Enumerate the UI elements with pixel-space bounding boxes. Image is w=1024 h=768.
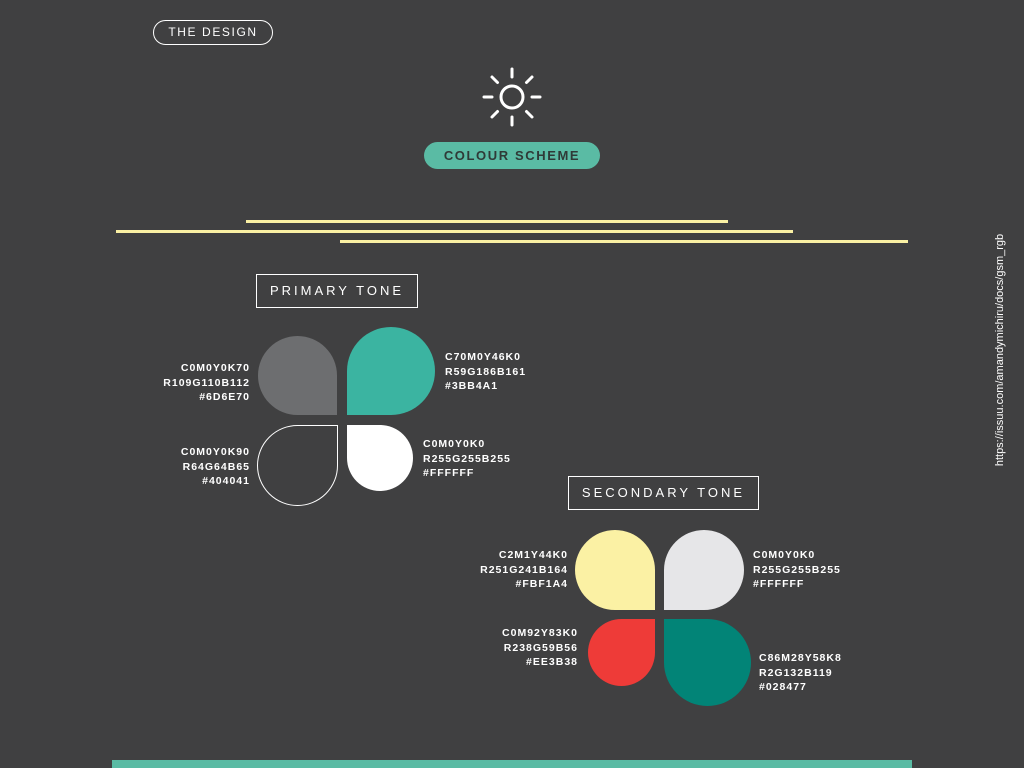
source-url: https://issuu.com/amandymichiru/docs/gsm…	[994, 233, 1006, 467]
secondary-swatch-dark-teal	[664, 619, 751, 706]
primary-swatch-teal	[347, 327, 435, 415]
primary-charcoal-label: C0M0Y0K90 R64G64B65 #404041	[180, 446, 250, 487]
primary-white-label: C0M0Y0K0 R255G255B255 #FFFFFF	[423, 438, 511, 479]
secondary-swatch-cream	[575, 530, 655, 610]
primary-swatch-white	[347, 425, 413, 491]
primary-gray-label: C0M0Y0K70 R109G110B112 #6D6E70	[163, 362, 250, 403]
primary-teal-label: C70M0Y46K0 R59G186B161 #3BB4A1	[445, 351, 527, 392]
secondary-swatch-red	[588, 619, 655, 686]
sun-icon	[482, 67, 542, 127]
decorative-line	[340, 240, 908, 243]
primary-swatch-gray	[258, 336, 337, 415]
primary-tone-title: PRIMARY TONE	[256, 274, 418, 308]
decorative-line	[116, 230, 793, 233]
colour-scheme-badge: COLOUR SCHEME	[424, 142, 600, 169]
secondary-tone-title: SECONDARY TONE	[568, 476, 759, 510]
decorative-line	[246, 220, 728, 223]
secondary-swatch-light-gray	[664, 530, 744, 610]
secondary-cream-label: C2M1Y44K0 R251G241B164 #FBF1A4	[480, 549, 568, 590]
the-design-badge: THE DESIGN	[153, 20, 273, 45]
secondary-red-label: C0M92Y83K0 R238G59B56 #EE3B38	[502, 627, 578, 668]
primary-swatch-charcoal	[257, 425, 338, 506]
bottom-accent-bar	[112, 760, 912, 768]
secondary-light-gray-label: C0M0Y0K0 R255G255B255 #FFFFFF	[753, 549, 841, 590]
secondary-dark-teal-label: C86M28Y58K8 R2G132B119 #028477	[759, 652, 842, 693]
